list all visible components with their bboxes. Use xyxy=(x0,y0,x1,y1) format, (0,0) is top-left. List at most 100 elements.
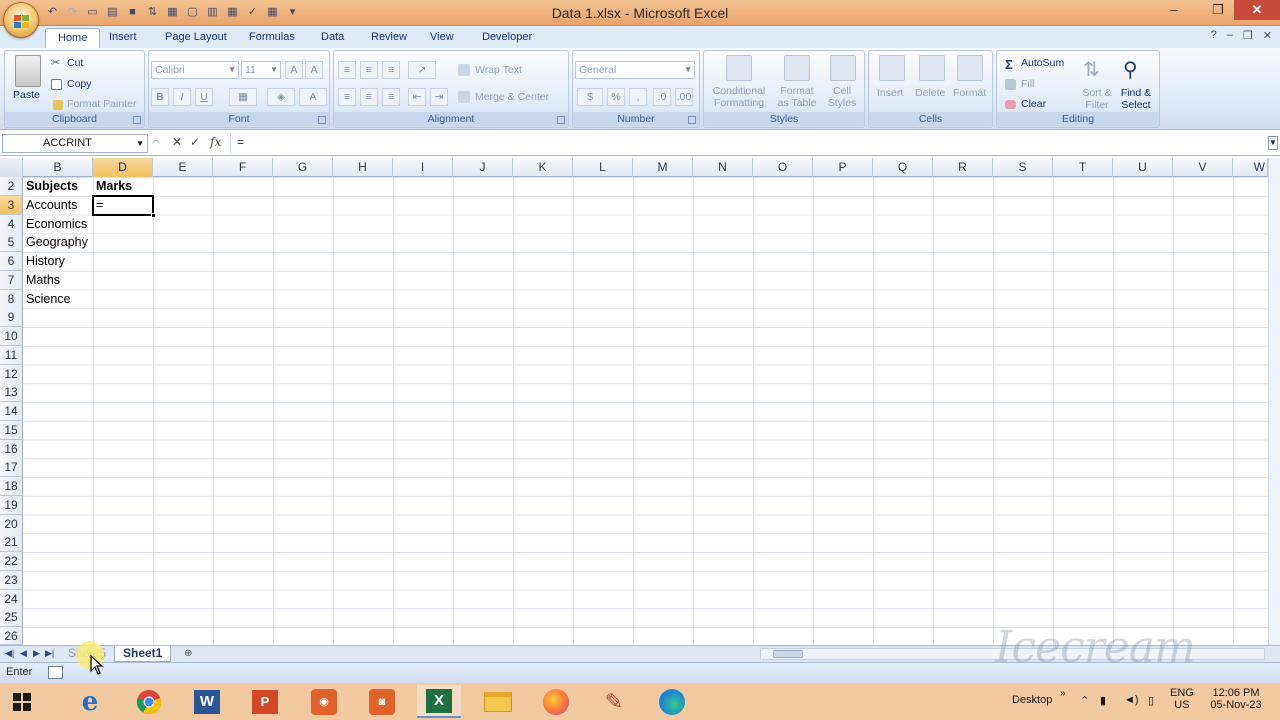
battery-icon[interactable]: ▯ xyxy=(1148,694,1154,707)
column-header[interactable]: F xyxy=(213,158,273,177)
find-select-button[interactable]: Find & Select xyxy=(1118,87,1154,111)
ws-minimize-icon[interactable]: – xyxy=(1227,29,1233,42)
insert-function-button[interactable]: fx xyxy=(210,135,221,149)
conditional-formatting-button[interactable]: Conditional Formatting xyxy=(710,85,768,109)
row-header[interactable]: 16 xyxy=(0,439,23,459)
row-header[interactable]: 12 xyxy=(0,364,23,384)
chrome-icon[interactable] xyxy=(127,685,171,718)
font-launcher[interactable] xyxy=(318,116,326,124)
tab-view[interactable]: View xyxy=(418,28,466,48)
row-header[interactable]: 19 xyxy=(0,495,23,515)
screen-recorder-icon[interactable]: ◉ xyxy=(302,685,346,718)
vertical-scrollbar[interactable] xyxy=(1268,158,1280,645)
column-header[interactable]: O xyxy=(753,158,813,177)
format-painter-button[interactable]: Format Painter xyxy=(67,98,136,110)
font-color-icon[interactable]: A xyxy=(299,88,327,106)
edge-icon[interactable] xyxy=(650,685,694,718)
tab-data[interactable]: Data xyxy=(309,28,356,48)
font-size-combo[interactable]: 11 ▼ xyxy=(241,61,281,79)
sheet-tab-sheet1[interactable]: Sheet1 xyxy=(114,646,172,662)
cancel-entry-button[interactable]: ✕ xyxy=(172,135,182,149)
fill-color-icon[interactable]: ◈ xyxy=(267,88,295,106)
row-header[interactable]: 4 xyxy=(0,214,23,234)
align-center-icon[interactable]: ≡ xyxy=(360,88,378,106)
fill-handle[interactable] xyxy=(151,212,156,218)
row-header[interactable]: 11 xyxy=(0,345,23,365)
column-header[interactable]: S xyxy=(993,158,1053,177)
merge-center-button[interactable]: Merge & Center xyxy=(475,91,549,103)
format-as-table-button[interactable]: Format as Table xyxy=(772,85,822,109)
first-sheet-icon[interactable]: ◀| xyxy=(5,648,14,659)
font-name-combo[interactable]: Calibri ▼ xyxy=(151,61,239,79)
scroll-thumb[interactable] xyxy=(773,650,803,658)
format-cells-button[interactable]: Format xyxy=(953,87,986,99)
row-header[interactable]: 13 xyxy=(0,383,23,403)
row-header[interactable]: 14 xyxy=(0,402,23,422)
formula-input[interactable]: = xyxy=(230,134,1266,153)
copy-button[interactable]: Copy xyxy=(67,78,92,90)
name-box[interactable]: ACCRINT ▼ xyxy=(2,134,148,153)
row-header[interactable]: 3 xyxy=(0,195,23,215)
comma-button[interactable]: , xyxy=(629,88,647,106)
cell-B6[interactable]: History xyxy=(23,252,65,270)
column-header[interactable]: I xyxy=(393,158,453,177)
sort-filter-button[interactable]: Sort & Filter xyxy=(1081,87,1113,111)
column-header[interactable]: H xyxy=(333,158,393,177)
row-header[interactable]: 24 xyxy=(0,589,23,609)
row-header[interactable]: 10 xyxy=(0,327,23,347)
cell-D2[interactable]: Marks xyxy=(93,177,132,195)
row-header[interactable]: 5 xyxy=(0,233,23,253)
last-sheet-icon[interactable]: ▶| xyxy=(45,648,54,659)
worksheet-grid[interactable]: Subjects Marks Accounts = Economics Geog… xyxy=(23,177,1268,645)
column-header[interactable]: P xyxy=(813,158,873,177)
increase-decimal-icon[interactable]: .0 xyxy=(653,88,671,106)
column-header[interactable]: U xyxy=(1113,158,1173,177)
cell-B3[interactable]: Accounts xyxy=(23,196,77,214)
row-header[interactable]: 2 xyxy=(0,177,23,196)
cell-styles-button[interactable]: Cell Styles xyxy=(822,85,862,109)
tab-insert[interactable]: Insert xyxy=(97,28,149,48)
column-header[interactable]: J xyxy=(453,158,513,177)
row-header[interactable]: 15 xyxy=(0,420,23,440)
active-cell[interactable]: = xyxy=(92,194,156,218)
show-hidden-icons-icon[interactable]: ⌃ xyxy=(1080,694,1089,707)
row-header[interactable]: 9 xyxy=(0,308,23,328)
fill-button[interactable]: Fill xyxy=(1021,78,1034,90)
align-bottom-icon[interactable]: ≡ xyxy=(382,61,400,79)
column-header[interactable]: M xyxy=(633,158,693,177)
tab-developer[interactable]: Developer xyxy=(470,28,544,48)
restore-button[interactable]: ❐ xyxy=(1204,0,1232,20)
expand-formula-bar-icon[interactable]: ▼ xyxy=(1268,136,1278,150)
clipboard-launcher[interactable] xyxy=(133,116,141,124)
excel-icon[interactable]: X xyxy=(417,685,461,718)
column-header[interactable]: V xyxy=(1173,158,1233,177)
cell-B4[interactable]: Economics xyxy=(23,215,87,233)
firefox-icon[interactable] xyxy=(534,685,578,718)
column-header[interactable]: L xyxy=(573,158,633,177)
decrease-indent-icon[interactable]: ⇤ xyxy=(408,88,426,106)
select-all-corner[interactable] xyxy=(0,158,23,177)
row-header[interactable]: 22 xyxy=(0,552,23,572)
number-format-combo[interactable]: General ▼ xyxy=(575,61,695,79)
borders-icon[interactable]: ▦ xyxy=(229,88,257,106)
tab-formulas[interactable]: Formulas xyxy=(237,28,307,48)
autosum-button[interactable]: AutoSum xyxy=(1021,57,1064,69)
help-icon[interactable]: ? xyxy=(1211,29,1217,42)
shrink-font-icon[interactable]: A xyxy=(305,61,323,79)
column-header[interactable]: D xyxy=(93,158,153,177)
camera-app-icon[interactable]: ◙ xyxy=(360,685,404,718)
volume-icon[interactable]: ◄) xyxy=(1124,694,1139,706)
office-button[interactable] xyxy=(3,2,39,38)
row-header[interactable]: 6 xyxy=(0,252,23,272)
cell-B7[interactable]: Maths xyxy=(23,271,60,289)
column-header[interactable]: E xyxy=(153,158,213,177)
column-header[interactable]: Q xyxy=(873,158,933,177)
enter-entry-button[interactable]: ✓ xyxy=(190,135,200,149)
word-icon[interactable]: W xyxy=(185,685,229,718)
toolbar-expand-icon[interactable]: » xyxy=(1060,688,1066,699)
increase-indent-icon[interactable]: ⇥ xyxy=(430,88,448,106)
currency-button[interactable]: $ xyxy=(577,88,603,106)
paint-icon[interactable]: ✎ xyxy=(592,685,636,718)
row-header[interactable]: 7 xyxy=(0,270,23,290)
close-button[interactable]: ✕ xyxy=(1234,0,1280,20)
